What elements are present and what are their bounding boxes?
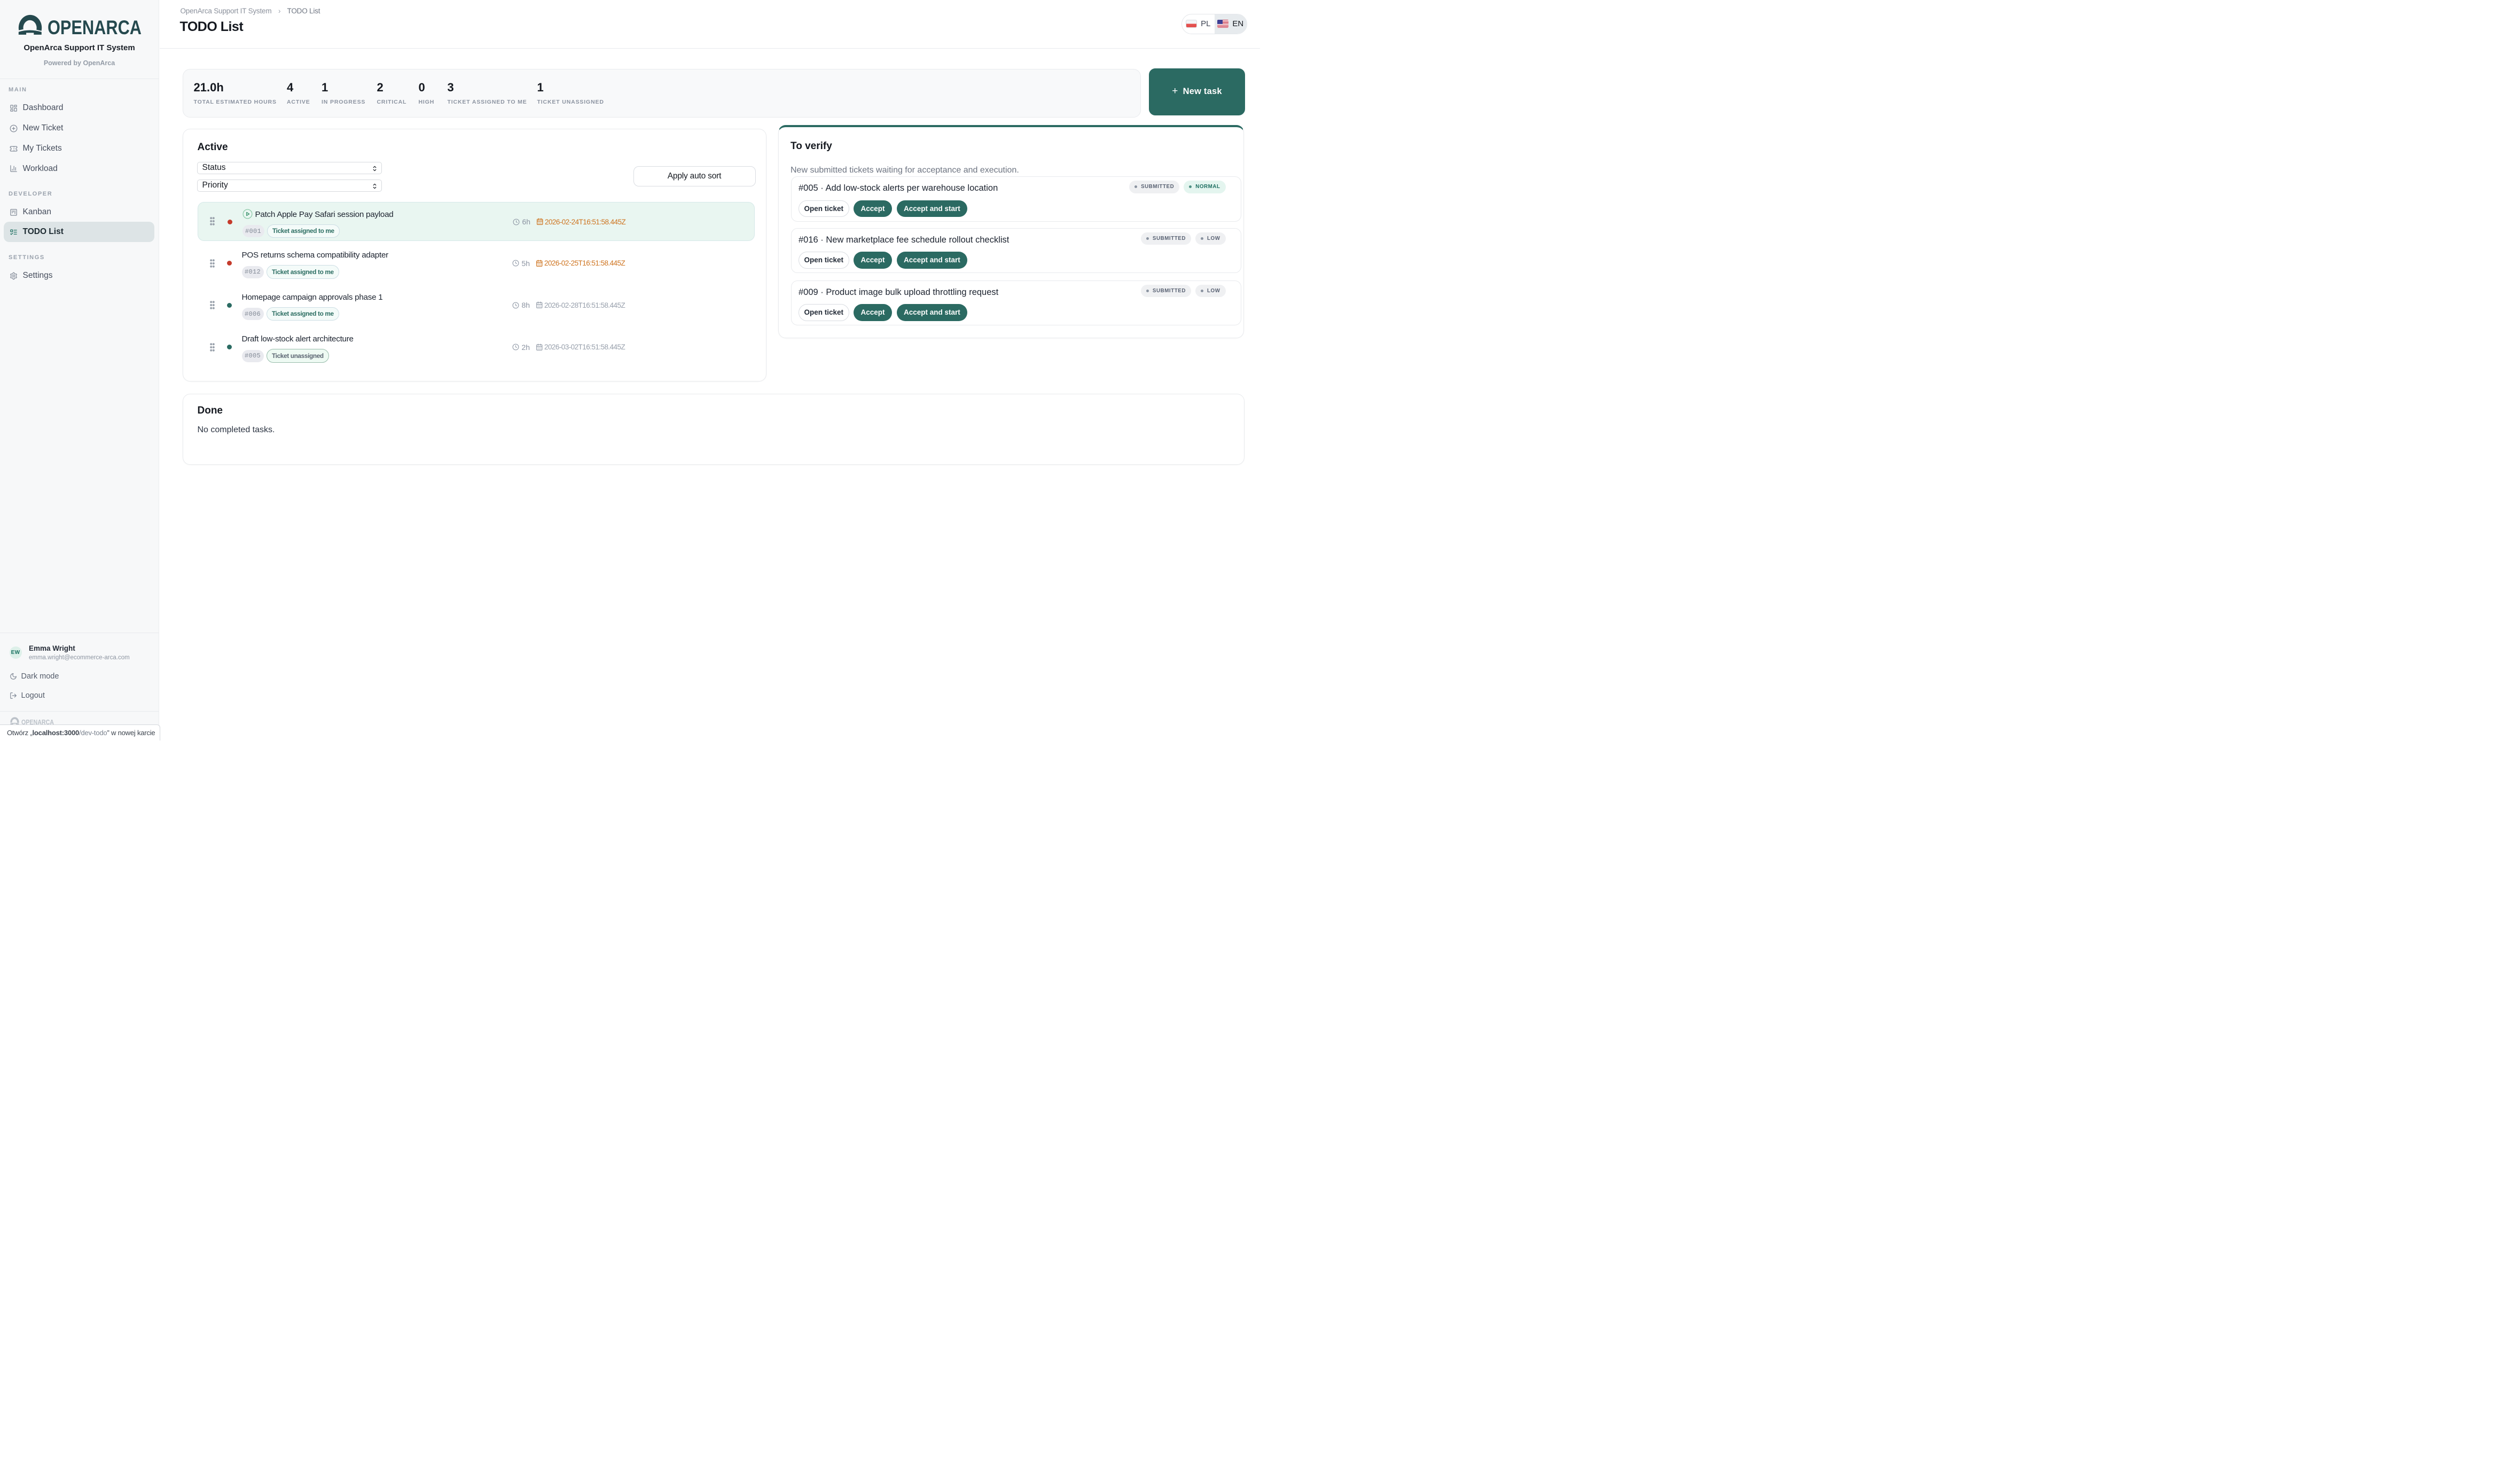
svg-text:OPENARCA: OPENARCA: [48, 17, 142, 37]
